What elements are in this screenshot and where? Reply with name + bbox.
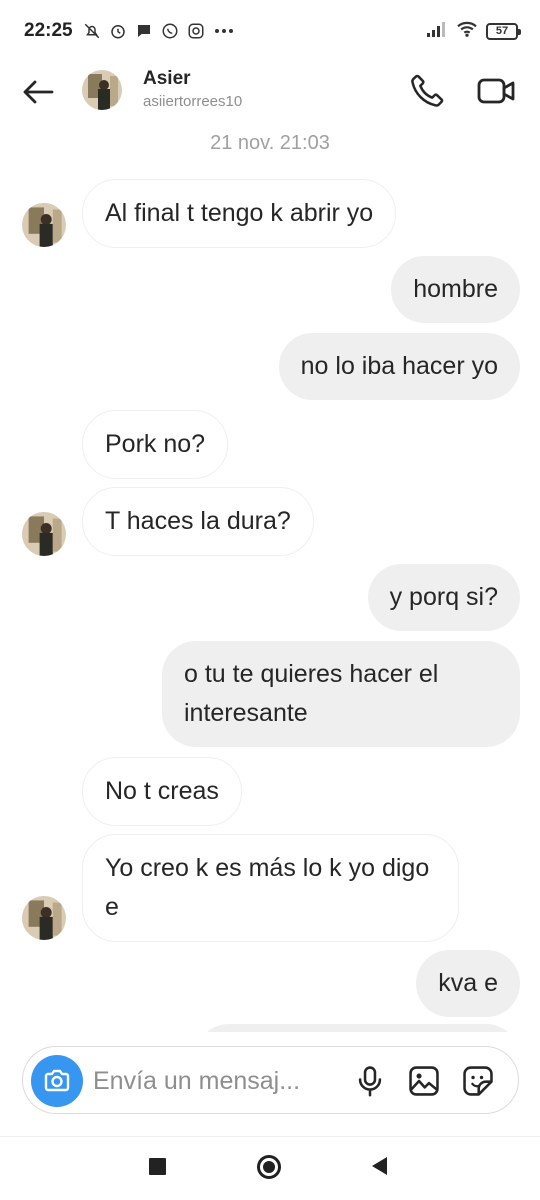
dm-screen: 22:25 57 Asier asiiertorrees10 21 nov. 2…	[0, 0, 540, 1200]
video-call-icon[interactable]	[476, 72, 516, 110]
message-bubble-sent[interactable]: y porq si?	[367, 564, 520, 631]
camera-icon[interactable]	[31, 1055, 83, 1107]
instagram-icon	[187, 22, 205, 40]
message-bubble-received[interactable]: Yo creo k es más lo k yo digo e	[82, 834, 459, 942]
alarm-icon	[109, 22, 127, 40]
contact-name[interactable]: Asier	[143, 68, 191, 90]
message-bubble-sent[interactable]: no lo iba hacer yo	[278, 333, 520, 400]
back-arrow-icon[interactable]	[20, 74, 56, 110]
message-bubble-received[interactable]: Pork no?	[82, 410, 229, 479]
more-dots-icon	[213, 22, 235, 40]
whatsapp-icon	[161, 22, 179, 40]
message-bubble-sent[interactable]: o tu te quieres hacer el interesante	[162, 641, 520, 747]
contact-username[interactable]: asiiertorrees10	[143, 93, 242, 110]
message-bubble-sent[interactable]: kva e	[416, 950, 520, 1017]
avatar[interactable]	[22, 512, 66, 556]
bell-off-icon	[83, 22, 101, 40]
wifi-icon	[456, 20, 478, 43]
phone-call-icon[interactable]	[408, 72, 446, 110]
status-bar: 22:25 57	[0, 0, 540, 62]
home-circle-icon[interactable]	[257, 1155, 281, 1179]
message-bubble-received[interactable]: No t creas	[82, 757, 242, 826]
message-bubble-received[interactable]: Al final t tengo k abrir yo	[82, 179, 397, 248]
system-nav-bar	[0, 1137, 540, 1200]
back-triangle-icon[interactable]	[372, 1157, 387, 1175]
gallery-icon[interactable]	[407, 1064, 441, 1098]
signal-icon	[426, 21, 448, 42]
sticker-icon[interactable]	[461, 1064, 495, 1098]
message-input[interactable]	[93, 1061, 343, 1101]
status-time: 22:25	[24, 20, 73, 41]
chat-bubble-icon	[135, 22, 153, 40]
status-icons-left	[83, 22, 235, 40]
battery-icon: 57	[486, 22, 521, 40]
message-bubble-sent[interactable]: hombre	[391, 256, 520, 323]
recents-square-icon[interactable]	[149, 1158, 166, 1175]
avatar[interactable]	[22, 203, 66, 247]
conversation-timestamp: 21 nov. 21:03	[210, 132, 330, 154]
conversation-header: Asier asiiertorrees10	[0, 62, 540, 120]
avatar[interactable]	[82, 70, 122, 110]
microphone-icon[interactable]	[353, 1064, 387, 1098]
message-bubble-received[interactable]: T haces la dura?	[82, 487, 314, 556]
message-composer	[22, 1046, 519, 1114]
avatar[interactable]	[22, 896, 66, 940]
status-icons-right: 57	[426, 20, 521, 43]
